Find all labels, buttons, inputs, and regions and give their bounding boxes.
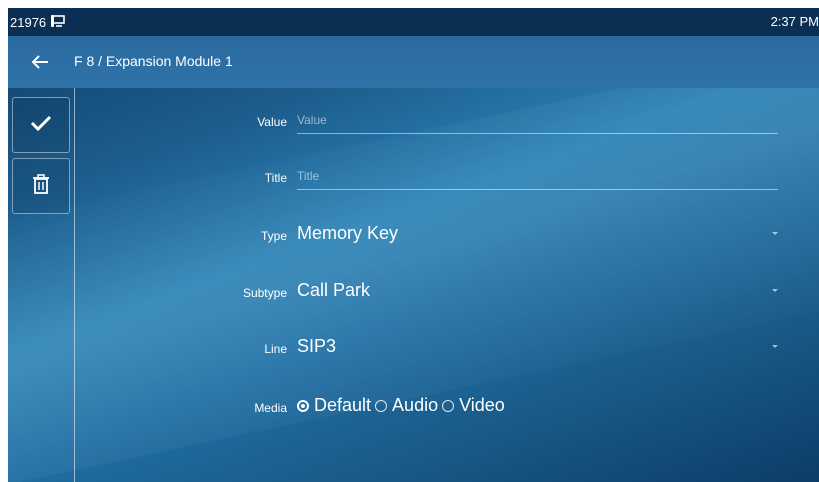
dropdown-arrow-icon — [772, 289, 778, 292]
checkmark-icon — [28, 110, 54, 141]
delete-button[interactable] — [12, 158, 70, 214]
media-option-label: Default — [314, 395, 372, 415]
extension-number: 21976 — [10, 15, 47, 30]
save-button[interactable] — [12, 97, 70, 153]
subtype-select[interactable]: Call Park — [297, 280, 778, 306]
title-input[interactable]: Title — [297, 168, 778, 190]
title-label: Title — [264, 171, 287, 185]
type-select[interactable]: Memory Key — [297, 223, 778, 249]
media-option-default[interactable]: Default — [297, 395, 371, 416]
page-title: F 8 / Expansion Module 1 — [74, 53, 233, 69]
status-time: 2:37 PM — [770, 14, 819, 29]
media-option-audio[interactable]: Audio — [375, 395, 438, 416]
media-option-video[interactable]: Video — [442, 395, 505, 416]
media-radio-group: Default Audio Video — [297, 395, 509, 416]
dropdown-arrow-icon — [772, 232, 778, 235]
radio-unchecked-icon — [375, 399, 388, 412]
type-selected-value: Memory Key — [297, 223, 399, 243]
radio-checked-icon — [297, 399, 309, 412]
phone-screen: 21976 2:37 PM F 8 / Expansion Module 1 V… — [8, 8, 819, 482]
subtype-label: Subtype — [242, 286, 287, 300]
media-label: Media — [254, 401, 287, 415]
media-option-label: Audio — [392, 395, 439, 415]
value-input[interactable]: Value — [297, 112, 778, 134]
subtype-selected-value: Call Park — [297, 280, 371, 300]
value-label: Value — [257, 115, 287, 129]
dropdown-arrow-icon — [772, 345, 778, 348]
arrow-left-icon[interactable] — [28, 50, 52, 74]
line-select[interactable]: SIP3 — [297, 336, 778, 362]
radio-unchecked-icon — [442, 399, 455, 412]
title-bar: F 8 / Expansion Module 1 — [8, 36, 819, 88]
type-label: Type — [260, 229, 287, 243]
status-bar: 21976 2:37 PM — [8, 8, 819, 36]
status-left: 21976 — [10, 14, 66, 31]
trash-icon — [30, 173, 52, 200]
action-sidebar — [8, 88, 75, 482]
desk-phone-icon — [50, 14, 66, 31]
media-option-label: Video — [459, 395, 505, 415]
line-label: Line — [264, 342, 287, 356]
line-selected-value: SIP3 — [297, 336, 337, 356]
